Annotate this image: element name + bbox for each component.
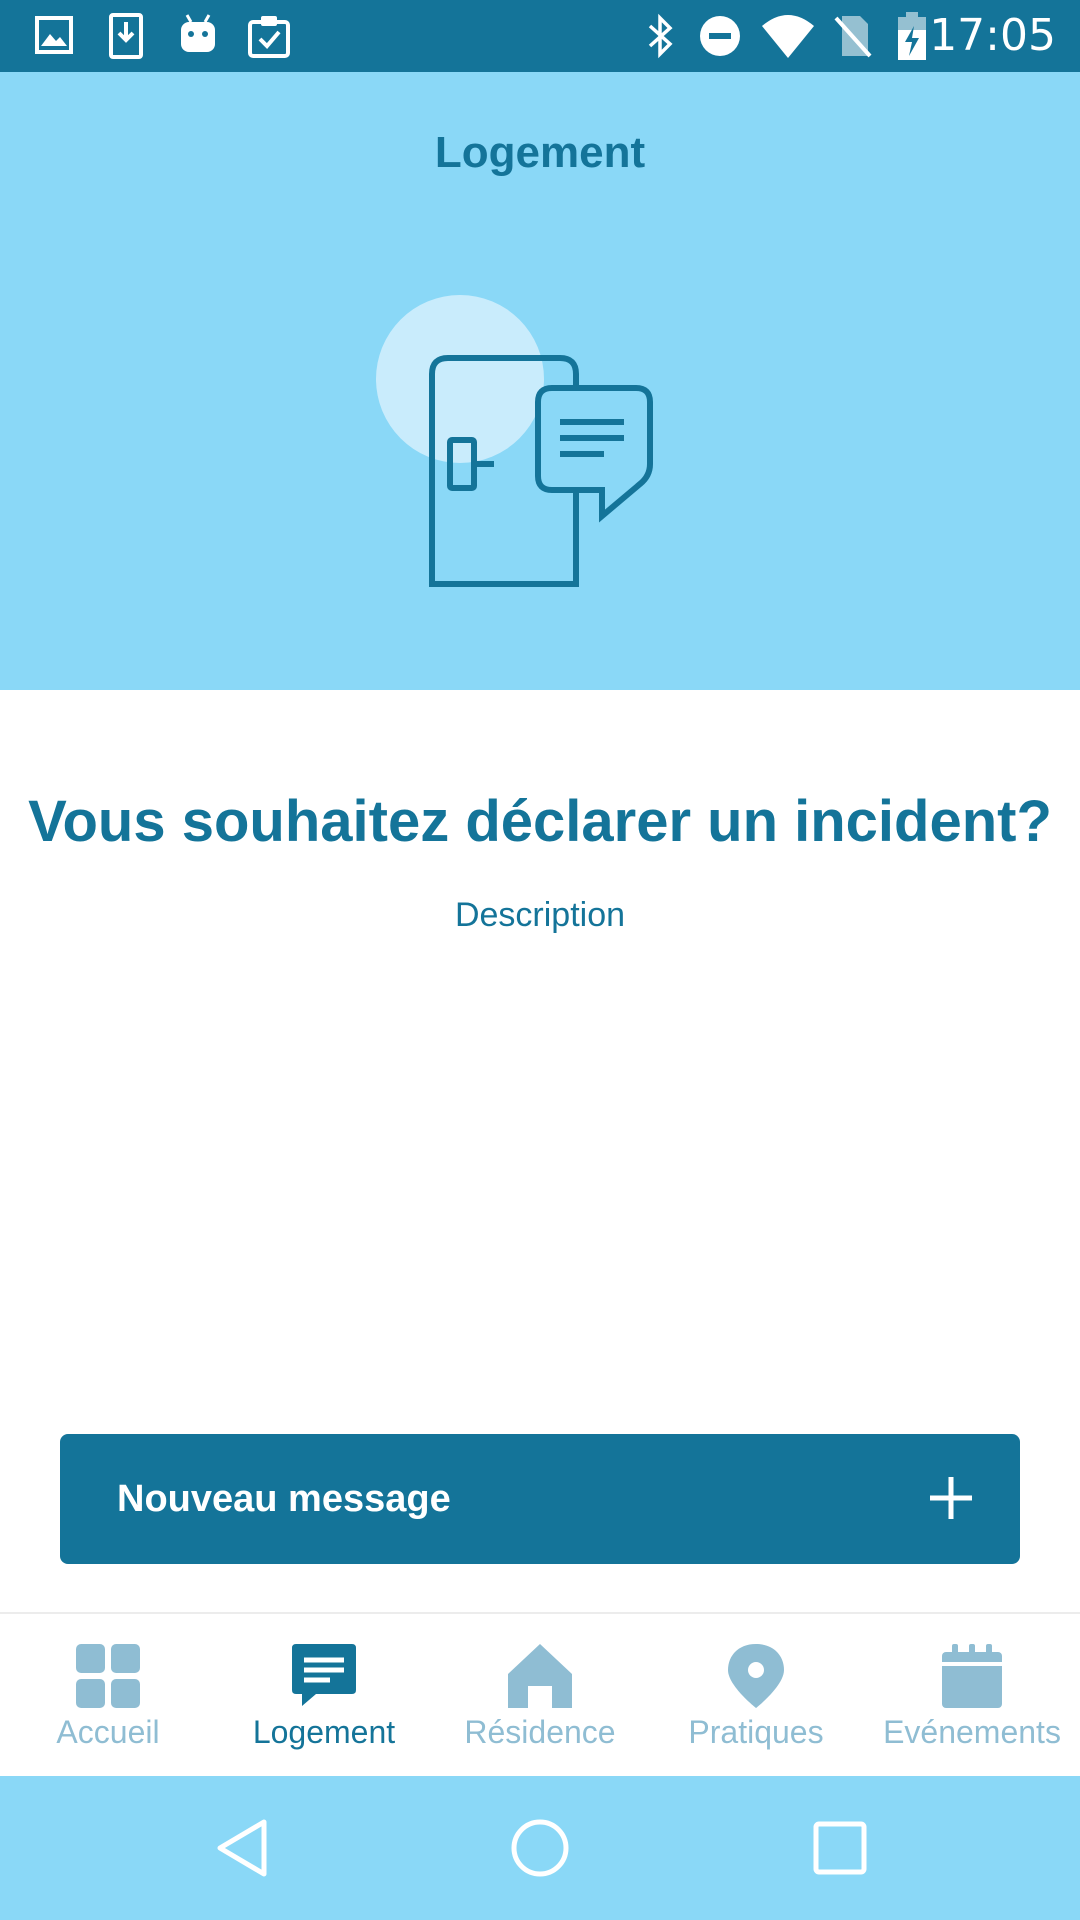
location-pin-icon bbox=[728, 1644, 784, 1708]
recents-icon[interactable] bbox=[810, 1816, 870, 1880]
nav-item-residence[interactable]: Résidence bbox=[432, 1614, 648, 1778]
header: Logement bbox=[0, 72, 1080, 690]
new-message-label: Nouveau message bbox=[117, 1478, 451, 1520]
nav-label-pratiques: Pratiques bbox=[688, 1714, 824, 1750]
description-label: Description bbox=[454, 896, 626, 934]
new-message-button[interactable]: Nouveau message bbox=[60, 1434, 1020, 1564]
calendar-icon bbox=[942, 1644, 1002, 1708]
bluetooth-icon bbox=[648, 13, 673, 59]
status-bar: 17:05 bbox=[0, 0, 1080, 72]
plus-icon bbox=[930, 1477, 972, 1519]
door-message-icon bbox=[376, 295, 653, 587]
nav-item-evenements[interactable]: Evénements bbox=[864, 1614, 1080, 1778]
nav-label-residence: Résidence bbox=[464, 1714, 616, 1750]
nav-label-logement: Logement bbox=[252, 1714, 396, 1750]
android-icon bbox=[181, 14, 215, 52]
page-title: Logement bbox=[434, 128, 646, 177]
system-nav-bar bbox=[0, 1776, 1080, 1920]
nav-item-accueil[interactable]: Accueil bbox=[0, 1614, 216, 1778]
nav-label-accueil: Accueil bbox=[56, 1714, 160, 1750]
nav-label-evenements: Evénements bbox=[883, 1714, 1061, 1750]
back-icon[interactable] bbox=[212, 1816, 272, 1880]
grid-icon bbox=[76, 1644, 140, 1708]
message-icon bbox=[292, 1644, 356, 1706]
download-icon bbox=[109, 13, 143, 59]
bottom-nav: Accueil Logement Résidence Pratiques Evé… bbox=[0, 1612, 1080, 1778]
battery-charging-icon bbox=[898, 12, 926, 60]
clipboard-check-icon bbox=[248, 16, 290, 58]
image-icon bbox=[35, 16, 73, 54]
status-time: 17:05 bbox=[929, 10, 1056, 61]
do-not-disturb-icon bbox=[700, 16, 740, 56]
home-circle-icon[interactable] bbox=[508, 1816, 572, 1880]
no-sim-icon bbox=[834, 16, 872, 58]
home-icon bbox=[508, 1644, 572, 1708]
nav-item-pratiques[interactable]: Pratiques bbox=[648, 1614, 864, 1778]
nav-item-logement[interactable]: Logement bbox=[216, 1614, 432, 1778]
wifi-icon bbox=[762, 15, 814, 58]
incident-heading: Vous souhaitez déclarer un incident? bbox=[28, 789, 1052, 854]
